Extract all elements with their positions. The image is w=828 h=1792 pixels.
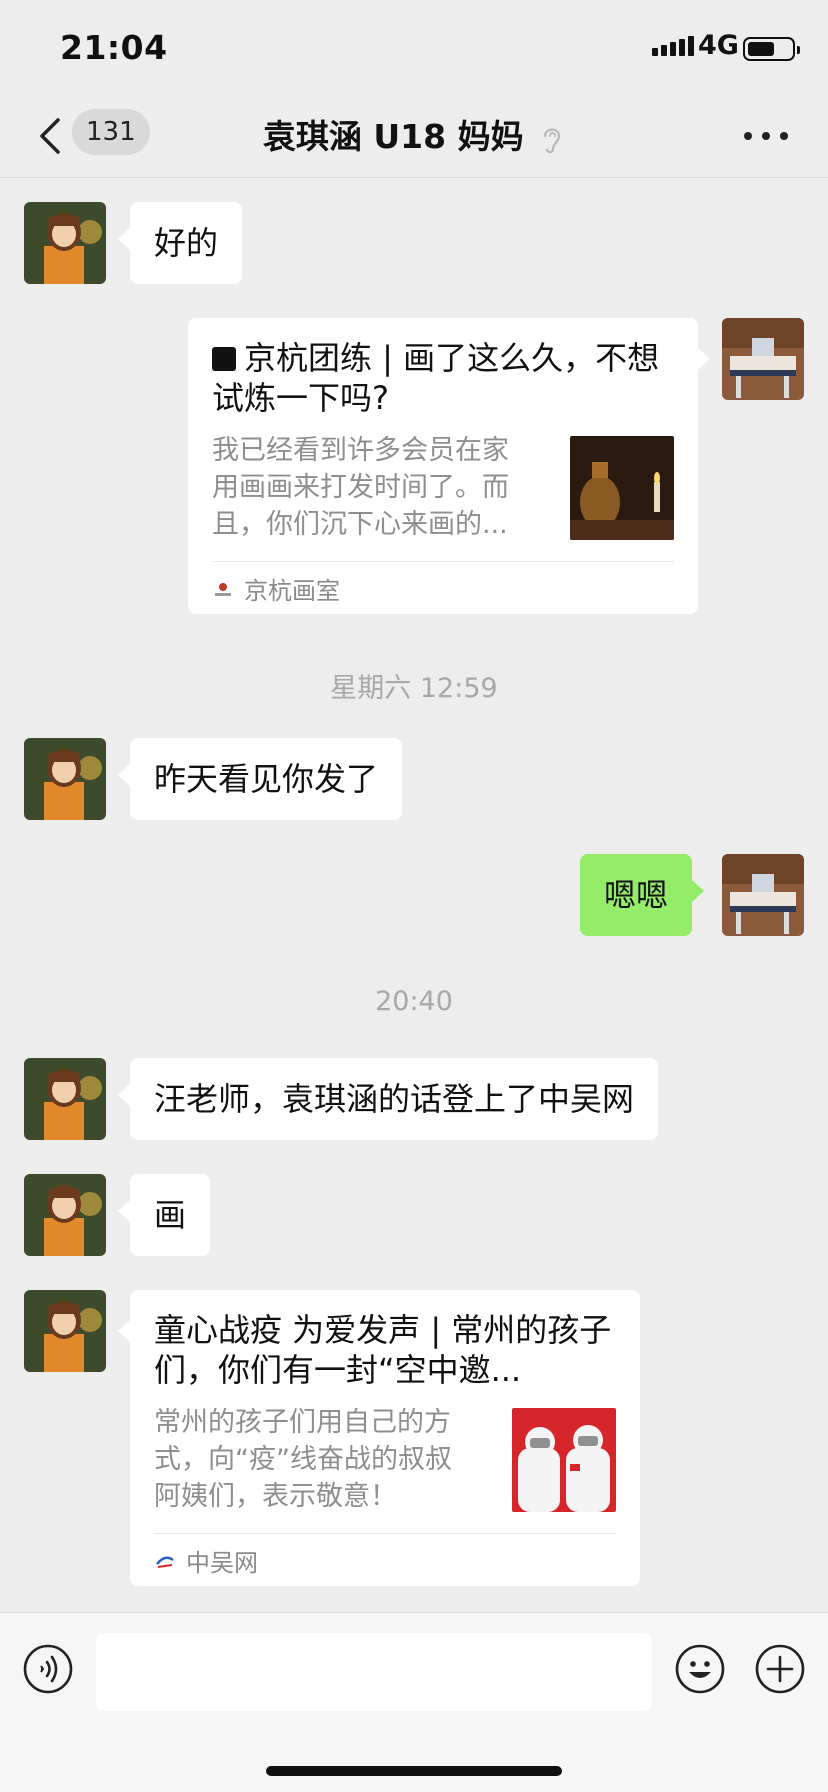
emoji-button[interactable] (674, 1643, 726, 1695)
link-card-source: 京杭画室 (212, 561, 674, 615)
link-card-source-name: 中吴网 (186, 1549, 258, 1577)
link-card-title-text: 京杭团练 | 画了这么久，不想试炼一下吗? (212, 339, 660, 417)
contact-avatar[interactable] (24, 738, 106, 820)
nav-bar: 131 袁琪涵 U18 妈妈 (0, 96, 828, 178)
voice-icon (23, 1644, 73, 1694)
link-card-description: 常州的孩子们用自己的方式，向“疫”线奋战的叔叔阿姨们，表示敬意！ (154, 1407, 452, 1512)
girl-portrait-icon (24, 738, 106, 820)
my-avatar[interactable] (722, 854, 804, 936)
signal-icon (652, 36, 694, 56)
girl-portrait-icon (24, 202, 106, 284)
link-card-description: 我已经看到许多会员在家用画画来打发时间了。而且，你们沉下心来画的... (212, 435, 509, 540)
voice-button[interactable] (22, 1643, 74, 1695)
link-card-body: 常州的孩子们用自己的方式，向“疫”线奋战的叔叔阿姨们，表示敬意！ (154, 1404, 616, 1515)
ear-icon (543, 128, 561, 153)
battery-icon (743, 37, 800, 61)
network-type: 4G (698, 30, 739, 61)
contact-avatar[interactable] (24, 1058, 106, 1140)
plus-icon (755, 1644, 805, 1694)
girl-portrait-icon (24, 1290, 106, 1372)
message-bubble[interactable]: 昨天看见你发了 (117, 738, 403, 820)
link-card[interactable]: 童心战疫 为爱发声 | 常州的孩子们，你们有一封“空中邀... 常州的孩子们用自… (118, 1290, 640, 1587)
link-card-source: 中吴网 (154, 1533, 616, 1587)
home-indicator[interactable] (266, 1766, 562, 1776)
message-bubble[interactable]: 画 (117, 1174, 211, 1256)
room-photo-icon (722, 318, 804, 400)
input-bar (0, 1612, 828, 1792)
link-card-thumbnail (512, 1408, 616, 1512)
link-card-source-name: 京杭画室 (244, 577, 340, 605)
message-input[interactable] (96, 1633, 652, 1711)
contact-avatar[interactable] (24, 1174, 106, 1256)
message-text: 汪老师，袁琪涵的话登上了中吴网 (154, 1080, 635, 1118)
message-bubble[interactable]: 汪老师，袁琪涵的话登上了中吴网 (117, 1058, 659, 1140)
more-dot (744, 132, 752, 140)
status-time: 21:04 (60, 28, 168, 67)
more-functions-button[interactable] (754, 1643, 806, 1695)
contact-avatar[interactable] (24, 1290, 106, 1372)
timestamp: 星期六 12:59 (330, 673, 498, 704)
chat-title: 袁琪涵 U18 妈妈 (0, 110, 828, 158)
more-dot (762, 132, 770, 140)
emoji-icon (675, 1644, 725, 1694)
link-card[interactable]: 京杭团练 | 画了这么久，不想试炼一下吗? 我已经看到许多会员在家用画画来打发时… (188, 318, 710, 615)
message-text: 好的 (154, 224, 219, 262)
studio-logo-icon (215, 582, 231, 596)
link-card-title: 童心战疫 为爱发声 | 常州的孩子们，你们有一封“空中邀... (154, 1311, 612, 1389)
room-photo-icon (722, 854, 804, 936)
medical-workers-icon (512, 1408, 616, 1512)
candle-still-life-icon (570, 436, 674, 540)
message-bubble[interactable]: 好的 (117, 202, 243, 284)
square-icon (212, 347, 236, 371)
link-card-title: 京杭团练 | 画了这么久，不想试炼一下吗? (212, 338, 674, 418)
girl-portrait-icon (24, 1058, 106, 1140)
message-text: 昨天看见你发了 (154, 760, 379, 798)
chat-screen: 21:04 4G 131 袁琪涵 U18 妈妈 好的 京杭团练 | 画了这么久，… (0, 0, 828, 1792)
my-avatar[interactable] (722, 318, 804, 400)
timestamp: 20:40 (375, 986, 453, 1017)
message-text: 画 (154, 1196, 187, 1234)
message-text: 嗯嗯 (604, 876, 669, 914)
status-bar: 21:04 4G (0, 0, 828, 96)
more-button[interactable] (744, 126, 788, 146)
message-bubble[interactable]: 嗯嗯 (580, 854, 705, 936)
more-dot (780, 132, 788, 140)
girl-portrait-icon (24, 1174, 106, 1256)
link-card-thumbnail (570, 436, 674, 540)
chat-title-text: 袁琪涵 U18 妈妈 (262, 117, 524, 156)
link-card-body: 我已经看到许多会员在家用画画来打发时间了。而且，你们沉下心来画的... (212, 432, 674, 543)
contact-avatar[interactable] (24, 202, 106, 284)
zhongwu-logo-icon (156, 1556, 174, 1568)
